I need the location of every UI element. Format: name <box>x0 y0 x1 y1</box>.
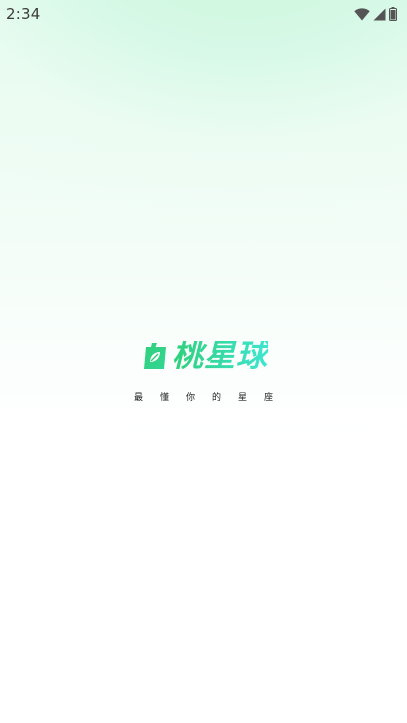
cellular-signal-icon <box>373 8 386 21</box>
status-icons <box>354 7 397 21</box>
status-bar: 2:34 <box>0 0 407 28</box>
wifi-icon <box>354 7 370 21</box>
brand-block: 桃星球 最懂你的星座 <box>0 340 407 403</box>
leaf-square-icon <box>139 340 171 372</box>
app-logo: 桃星球 <box>139 340 268 372</box>
battery-icon <box>389 7 397 21</box>
status-time: 2:34 <box>6 5 41 23</box>
app-name: 桃星球 <box>172 337 268 374</box>
app-slogan: 最懂你的星座 <box>133 393 290 403</box>
home-indicator <box>149 713 259 717</box>
